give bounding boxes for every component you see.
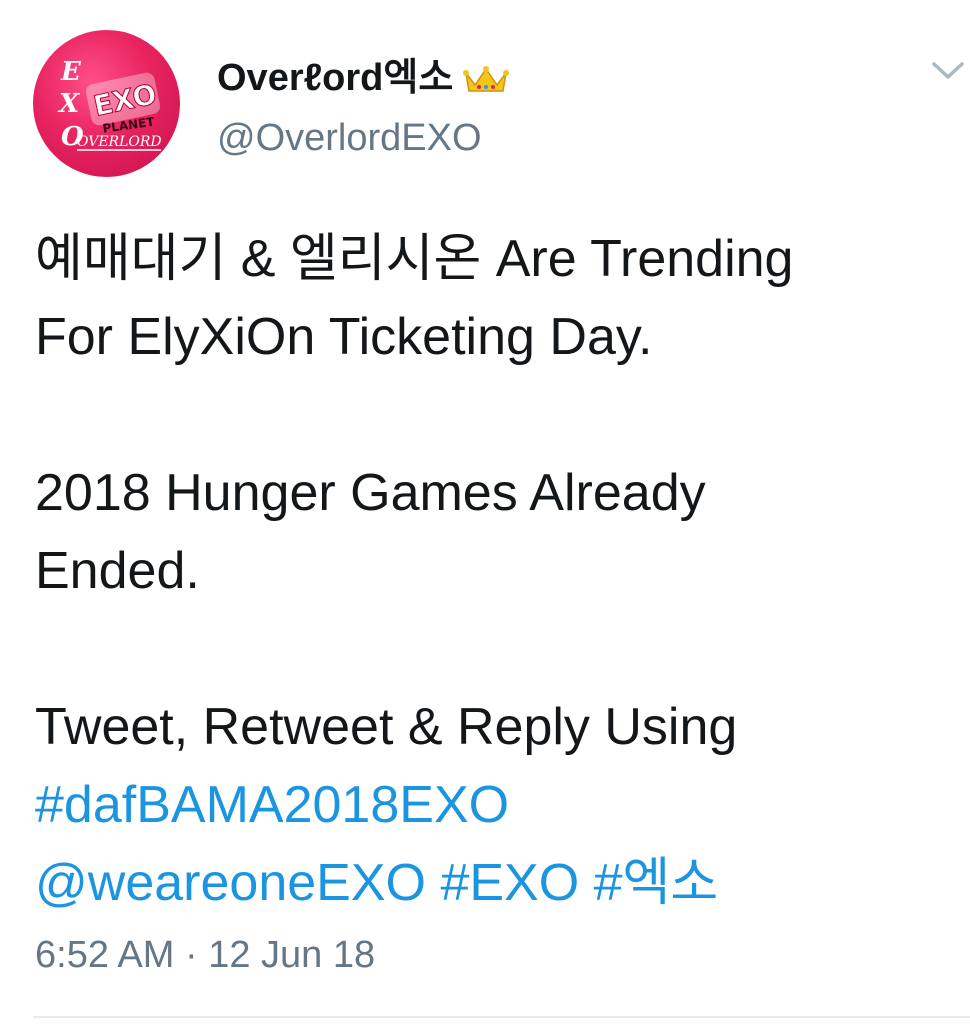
- tweet-line: Tweet, Retweet & Reply Using: [35, 698, 738, 756]
- avatar-letter-e: E: [60, 57, 82, 87]
- tweet-line: 2018 Hunger Games Already: [35, 464, 706, 522]
- tweet-text: 예매대기 & 엘리시온 Are Trending For ElyXiOn Tic…: [35, 220, 955, 922]
- avatar-overlord-text: OVERLORD: [77, 134, 162, 150]
- hashtag-link[interactable]: #dafBAMA2018EXO: [35, 776, 509, 834]
- user-handle[interactable]: @OverlordEXO: [217, 118, 509, 158]
- divider: [33, 1016, 970, 1018]
- avatar-logo-icon: E X O EXO PLANET OVERLORD: [57, 57, 162, 152]
- tweet-line: 예매대기 & 엘리시온 Are Trending: [35, 230, 794, 288]
- mention-link[interactable]: @weareoneEXO: [35, 854, 426, 912]
- tweet-timestamp[interactable]: 6:52 AM · 12 Jun 18: [35, 930, 375, 980]
- tweet-line: Ended.: [35, 542, 200, 600]
- display-name[interactable]: Overℓord엑소: [217, 58, 453, 98]
- avatar[interactable]: E X O EXO PLANET OVERLORD: [33, 30, 180, 177]
- hashtag-link[interactable]: #EXO: [440, 854, 579, 912]
- tweet-card: E X O EXO PLANET OVERLORD Overℓord엑소 @Ov…: [0, 0, 970, 1024]
- display-name-row[interactable]: Overℓord엑소: [217, 58, 510, 98]
- crown-icon: [463, 63, 510, 93]
- user-block: Overℓord엑소 @OverlordEXO: [217, 58, 510, 158]
- tweet-line: For ElyXiOn Ticketing Day.: [35, 308, 653, 366]
- chevron-down-icon[interactable]: [930, 58, 966, 82]
- hashtag-link[interactable]: #엑소: [594, 854, 719, 912]
- avatar-letter-x: X: [57, 89, 81, 119]
